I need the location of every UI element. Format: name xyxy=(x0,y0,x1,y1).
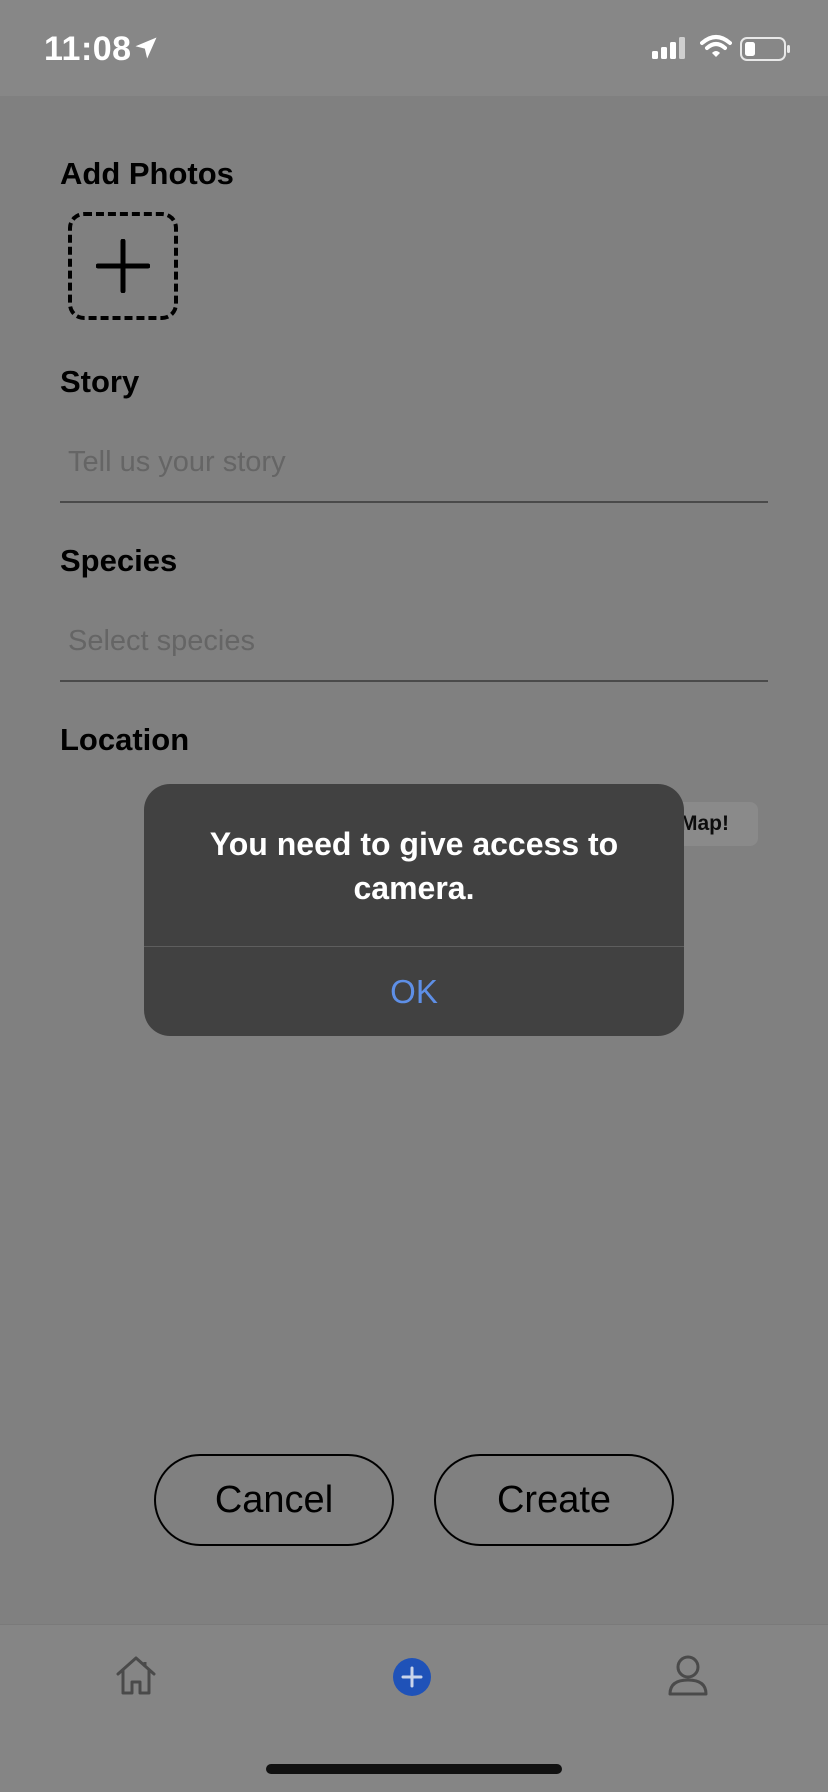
create-post-screen: 11:08 Add Photos Story Tell us your stor… xyxy=(0,0,828,1792)
plus-icon xyxy=(96,239,150,293)
camera-access-alert: You need to give access to camera. OK xyxy=(144,784,684,1036)
location-label: Location xyxy=(60,722,190,757)
alert-message: You need to give access to camera. xyxy=(209,826,619,906)
profile-icon[interactable] xyxy=(666,1653,710,1702)
cancel-button[interactable]: Cancel xyxy=(154,1454,394,1546)
home-icon[interactable] xyxy=(114,1653,158,1702)
wifi-icon xyxy=(700,34,732,65)
add-circle-icon[interactable] xyxy=(392,1657,432,1702)
add-photos-label: Add Photos xyxy=(60,156,234,191)
species-label: Species xyxy=(60,543,178,578)
add-photo-button[interactable] xyxy=(68,212,178,320)
story-label: Story xyxy=(60,364,140,399)
create-button[interactable]: Create xyxy=(434,1454,674,1546)
species-underline xyxy=(60,680,768,682)
cellular-signal-icon xyxy=(652,36,686,65)
alert-ok-button[interactable]: OK xyxy=(144,947,684,1036)
story-input[interactable]: Tell us your story xyxy=(68,446,286,479)
status-time: 11:08 xyxy=(44,30,132,68)
story-underline xyxy=(60,501,768,503)
status-bar: 11:08 xyxy=(0,0,828,96)
location-arrow-icon xyxy=(132,34,160,67)
species-select[interactable]: Select species xyxy=(68,625,255,658)
battery-icon xyxy=(740,37,792,66)
home-indicator xyxy=(266,1764,562,1774)
